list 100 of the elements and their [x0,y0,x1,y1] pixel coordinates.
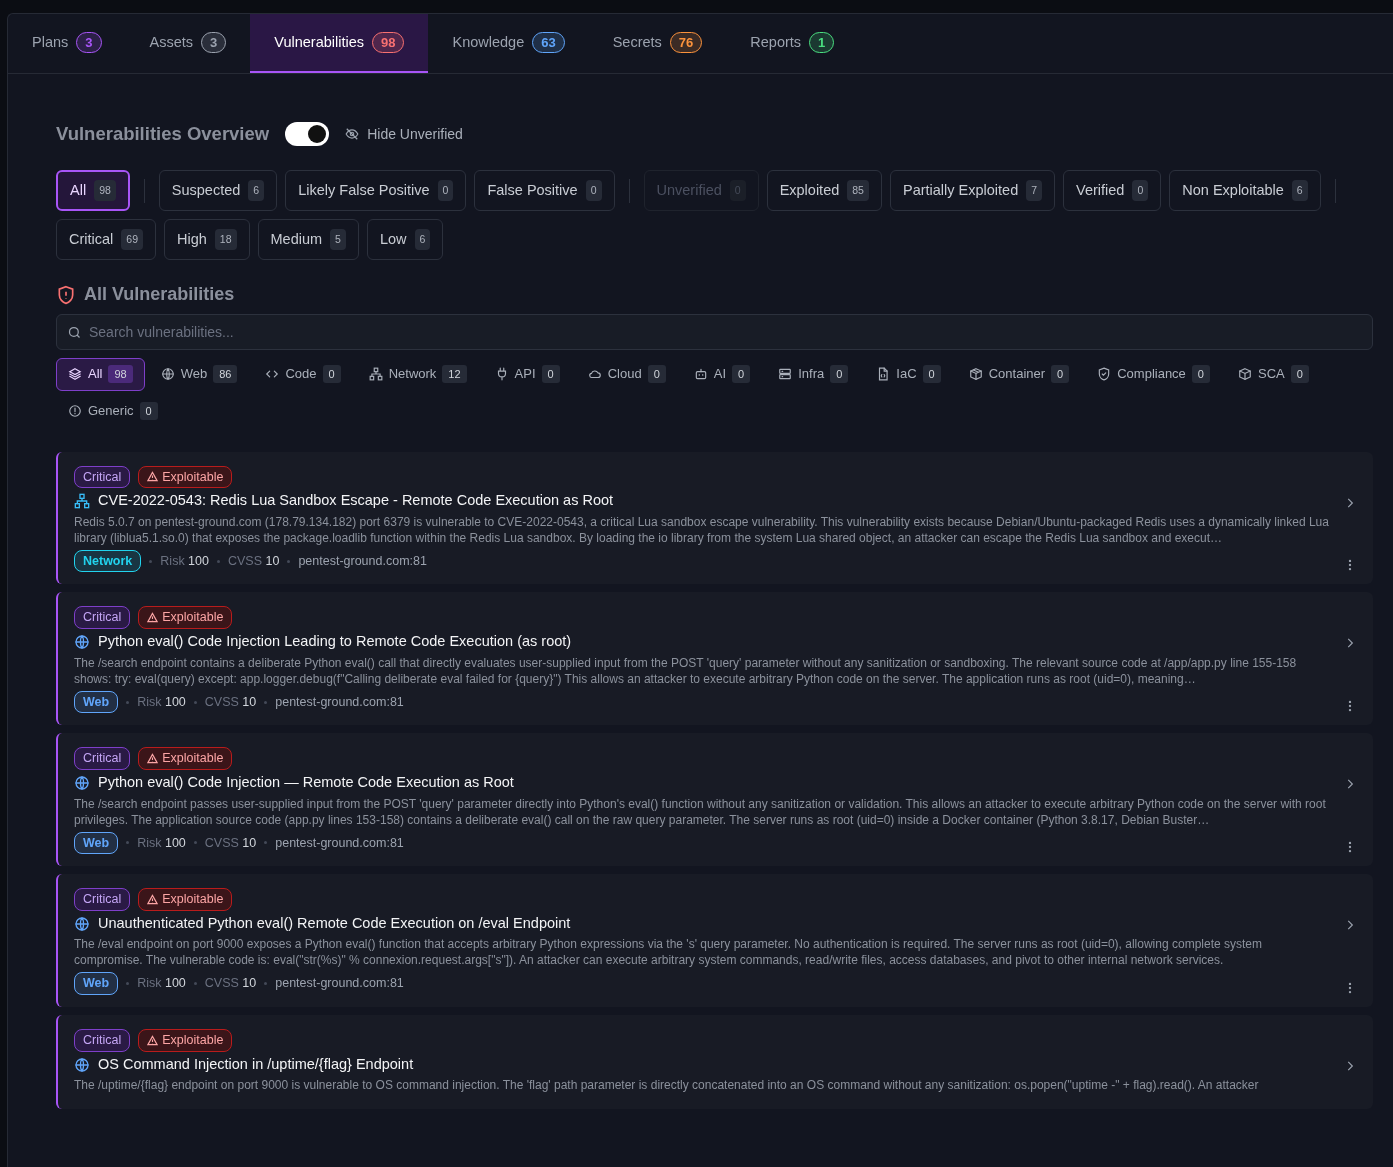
search-field[interactable]: Search vulnerabilities... [56,313,1373,350]
count-badge: 7 [1026,179,1043,202]
tab[interactable]: Plans 3 [8,14,126,73]
server-icon [778,367,793,382]
separator-dot [287,559,291,563]
separator-dot [216,559,220,563]
filter-button[interactable]: Medium 5 [257,219,359,260]
category-tab[interactable]: IaC 0 [864,357,953,391]
vulnerability-description: The /eval endpoint on port 9000 exposes a Python eval() function that accepts arbitrary Python expressions via the 's' query parameter. No authentication is required. The server runs as root (uid=0), allowing complete system compromise. The vulnerable code is: eval("str(%s)" % connexion.request.args["s"]). An attacker can execute arbitrary system commands, read/write files, access databases, and pivot to other internal network services. [74,936,1263,969]
separator-dot [149,559,153,563]
category-tab[interactable]: Container 0 [956,357,1082,391]
toggle-switch[interactable] [285,122,330,146]
category-tag: Web [74,690,119,714]
eye-off-icon [345,127,360,141]
separator-dot [126,700,130,704]
cvss-score: CVSS 10 [227,552,280,570]
count-badge: 6 [248,179,265,202]
layers-icon [68,367,82,382]
filter-button[interactable]: Verified 0 [1063,170,1162,211]
count-badge: 98 [94,179,116,202]
category-tag: Network [74,549,142,573]
filter-button[interactable]: Likely False Positive 0 [285,170,467,211]
shield-check-icon [1097,367,1112,382]
host-label: pentest-ground.com:81 [275,693,404,711]
separator-dot [193,982,197,986]
separator-dot [264,700,268,704]
filter-button[interactable]: High 18 [164,219,250,260]
warning-icon [147,471,159,483]
category-tab[interactable]: Infra 0 [766,357,861,391]
vulnerability-card[interactable] [56,1015,1373,1110]
tab[interactable]: Secrets 76 [588,14,727,73]
vulnerability-description: The /search endpoint contains a deliberate Python eval() call that directly evaluates user-supplied input from the POST 'query' parameter without any sanitization or sandboxing. The relevant source code at /app/app.py line 155-158 shows: try: eval(query) except: app.logger.debug(f"Calling deliberate eval failed for {query}") This allows an attacker to execute arbitrary Python code on the server. The application runs as root (uid=0), meaning… [74,654,1298,687]
shield-alert-icon [56,284,76,305]
status-badge: Exploitable [138,465,233,489]
category-tab[interactable]: Web 86 [148,357,250,391]
count-badge: 0 [541,364,560,384]
vulnerability-card[interactable] [56,592,1373,726]
count-badge: 12 [442,364,467,384]
globe-icon [74,915,90,932]
count-badge: 5 [330,228,346,251]
status-badge: Exploitable [138,888,233,911]
vulnerability-card[interactable] [56,451,1373,585]
tab[interactable]: Reports 1 [726,14,859,73]
file-code-icon [876,367,891,382]
category-tag: Web [74,972,119,996]
vulnerability-title: OS Command Injection in /uptime/{flag} Endpoint [98,1055,414,1074]
warning-icon [147,753,159,765]
count-badge: 0 [139,401,158,421]
category-tab[interactable]: Code 0 [253,357,353,391]
filter-button[interactable]: All 98 [56,170,130,211]
vulnerability-card[interactable] [56,874,1373,1008]
toggle-label: Hide Unverified [367,124,463,144]
cube-icon [1238,367,1252,382]
network-icon [368,367,383,382]
filter-button[interactable]: Low 6 [366,219,444,260]
cvss-score: CVSS 10 [204,693,257,711]
category-tab[interactable]: Cloud 0 [575,357,678,391]
count-badge: 0 [732,364,751,384]
tab[interactable]: Knowledge 63 [428,14,589,73]
tab[interactable]: Vulnerabilities 98 [250,14,429,73]
count-badge: 0 [647,364,666,384]
category-tab[interactable]: Generic 0 [56,394,170,428]
vulnerability-description: The /search endpoint passes user-supplied input from the POST 'query' parameter directly into Python's eval() function without any sanitization or validation. This allows an attacker to execute arbitrary Python code on the server with root privileges. The application source code (app.py lines 153-158) contains a deliberate eval() call on the raw query parameter. The server runs as root (uid=0) inside a Docker container (Python 3.8.17, Debian Buster… [74,795,1327,828]
risk-score: Risk 100 [160,552,209,570]
vulnerability-description: The /uptime/{flag} endpoint on port 9000 is vulnerable to OS command injection. The 'flag' path parameter is directly concatenated into an OS command without any sanitization: os.popen("uptime -" + flag).read(). An attacker [74,1077,1260,1094]
severity-badge: Critical [74,606,131,630]
filter-button[interactable]: Non Exploitable 6 [1169,170,1321,211]
category-tab[interactable]: All 98 [56,357,145,391]
count-badge: 0 [830,364,849,384]
severity-badge: Critical [74,1029,131,1052]
separator-dot [126,982,130,986]
separator-dot [264,841,268,845]
filter-button[interactable]: False Positive 0 [474,170,615,211]
count-badge: 63 [532,32,565,53]
vulnerability-card[interactable] [56,733,1373,867]
filter-button[interactable]: Critical 69 [56,219,156,260]
filter-button[interactable]: Partially Exploited 7 [889,170,1056,211]
separator-dot [126,841,130,845]
filter-button[interactable]: Exploited 85 [766,170,882,211]
category-tab[interactable]: API 0 [482,357,572,391]
host-label: pentest-ground.com:81 [298,552,427,570]
category-tab[interactable]: Network 12 [356,357,479,391]
globe-icon [74,633,90,650]
separator-dot [264,982,268,986]
category-tab[interactable]: Compliance 0 [1085,357,1222,391]
status-badge: Exploitable [138,747,233,771]
cvss-score: CVSS 10 [204,834,257,852]
warning-icon [147,1035,159,1047]
count-badge: 0 [322,364,341,384]
filter-button[interactable]: Suspected 6 [158,170,278,211]
globe-icon [74,774,90,791]
cvss-score: CVSS 10 [204,975,257,993]
vulnerability-description: Redis 5.0.7 on pentest-ground.com (178.79.134.182) port 6379 is vulnerable to CVE-2022-0543, a critical Lua sandbox escape vulnerability. This vulnerability exists because Debian/Ubuntu-packaged Redis uses a dynamically linked Lua library (liblua5.1.so.0) that exposes the package.loadlib function within the Redis Lua sandbox. By loading the io library from the system Lua shared object, an attacker can escape the Redis Lua sandbox and execut… [74,513,1330,546]
tab[interactable]: Assets 3 [125,14,251,73]
count-badge: 3 [201,32,227,53]
host-label: pentest-ground.com:81 [275,975,404,993]
count-badge: 85 [847,179,869,202]
category-tab[interactable]: SCA 0 [1226,357,1321,391]
count-badge: 6 [1291,179,1308,202]
category-tab[interactable]: AI 0 [681,357,763,391]
